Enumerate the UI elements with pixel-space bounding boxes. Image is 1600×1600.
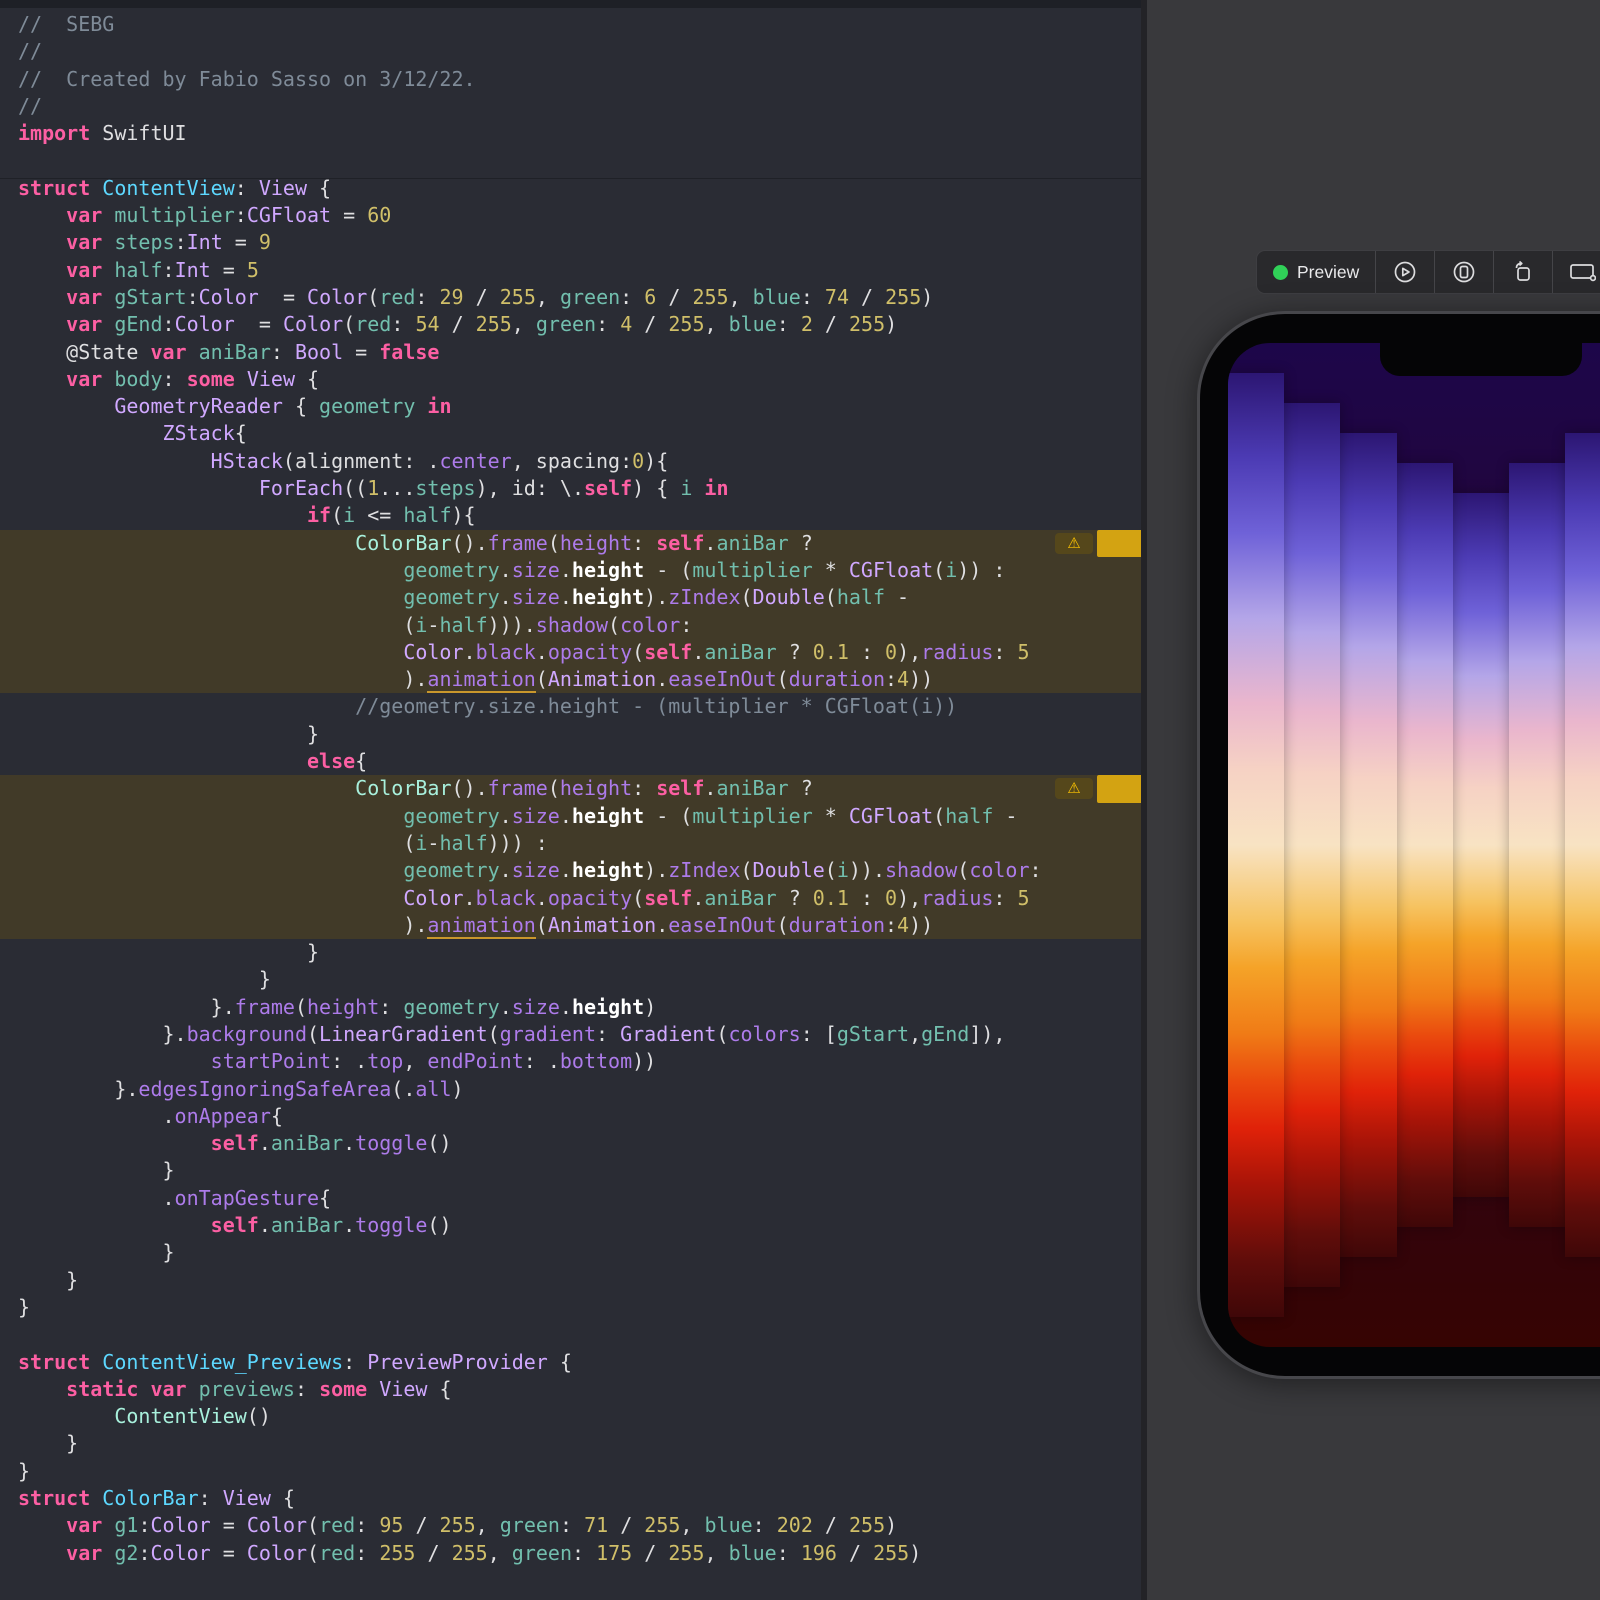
code-line: if(i <= half){	[0, 502, 1141, 529]
code-line: ContentView()	[0, 1403, 1141, 1430]
color-bar	[1453, 493, 1509, 1197]
code-line: startPoint: .top, endPoint: .bottom))	[0, 1048, 1141, 1075]
window-top-edge	[0, 0, 1141, 8]
display-icon	[1568, 259, 1596, 285]
device-bezel-icon	[1451, 259, 1477, 285]
code-line: //geometry.size.height - (multiplier * C…	[0, 693, 1141, 720]
code-line: struct ColorBar: View {	[0, 1485, 1141, 1512]
preview-label: Preview	[1297, 262, 1359, 283]
code-line: }	[0, 1430, 1141, 1457]
code-line: ForEach((1...steps), id: \.self) { i in	[0, 475, 1141, 502]
code-line: }	[0, 966, 1141, 993]
code-line: var multiplier:CGFloat = 60	[0, 202, 1141, 229]
color-bar	[1509, 463, 1565, 1227]
rotate-device-icon	[1510, 259, 1536, 285]
code-line: var gStart:Color = Color(red: 29 / 255, …	[0, 284, 1141, 311]
color-bar	[1340, 433, 1396, 1257]
code-line: @State var aniBar: Bool = false	[0, 339, 1141, 366]
code-line: geometry.size.height).zIndex(Double(half…	[0, 584, 1141, 611]
code-line: }	[0, 1294, 1141, 1321]
code-line: //	[0, 38, 1141, 65]
preview-on-device-button[interactable]	[1435, 251, 1493, 293]
code-line: var gEnd:Color = Color(red: 54 / 255, gr…	[0, 311, 1141, 338]
code-line: var half:Int = 5	[0, 257, 1141, 284]
xcode-window: { "editor": { "background": "#2A2C34", "…	[0, 0, 1600, 1600]
warning-badge[interactable]	[1097, 775, 1141, 802]
code-line: ColorBar().frame(height: self.aniBar ?⚠	[0, 530, 1141, 557]
code-line: }	[0, 939, 1141, 966]
color-bar	[1565, 433, 1600, 1257]
code-line: else{	[0, 748, 1141, 775]
code-line: self.aniBar.toggle()	[0, 1130, 1141, 1157]
iphone-screen[interactable]	[1228, 343, 1600, 1347]
live-preview-button[interactable]	[1376, 251, 1434, 293]
code-line: // SEBG	[0, 11, 1141, 38]
code-line: Color.black.opacity(self.aniBar ? 0.1 : …	[0, 639, 1141, 666]
code-line: var g2:Color = Color(red: 255 / 255, gre…	[0, 1540, 1141, 1567]
code-line: }.background(LinearGradient(gradient: Gr…	[0, 1021, 1141, 1048]
preview-canvas: Preview	[1147, 0, 1600, 1600]
code-line: Color.black.opacity(self.aniBar ? 0.1 : …	[0, 885, 1141, 912]
iphone-notch	[1380, 343, 1582, 376]
code-editor[interactable]: // SEBG//// Created by Fabio Sasso on 3/…	[0, 0, 1141, 1600]
code-line: ).animation(Animation.easeInOut(duration…	[0, 912, 1141, 939]
code-line: GeometryReader { geometry in	[0, 393, 1141, 420]
code-line: ).animation(Animation.easeInOut(duration…	[0, 666, 1141, 693]
code-line: var steps:Int = 9	[0, 229, 1141, 256]
code-line: }	[0, 1239, 1141, 1266]
code-line: geometry.size.height).zIndex(Double(i)).…	[0, 857, 1141, 884]
preview-status-dot	[1273, 265, 1288, 280]
code-line: geometry.size.height - (multiplier * CGF…	[0, 557, 1141, 584]
code-line: }.frame(height: geometry.size.height)	[0, 994, 1141, 1021]
code-line: // Created by Fabio Sasso on 3/12/22.	[0, 66, 1141, 93]
code-line: geometry.size.height - (multiplier * CGF…	[0, 803, 1141, 830]
color-bar	[1228, 373, 1284, 1317]
preview-display-button[interactable]	[1553, 251, 1600, 293]
code-line: var g1:Color = Color(red: 95 / 255, gree…	[0, 1512, 1141, 1539]
code-line: .onAppear{	[0, 1103, 1141, 1130]
code-line: static var previews: some View {	[0, 1376, 1141, 1403]
code-line	[0, 1321, 1141, 1348]
code-line: }	[0, 1157, 1141, 1184]
code-line: var body: some View {	[0, 366, 1141, 393]
code-line: }	[0, 1458, 1141, 1485]
code-text: // SEBG//// Created by Fabio Sasso on 3/…	[0, 11, 1141, 1567]
code-line: }	[0, 721, 1141, 748]
code-line: //	[0, 93, 1141, 120]
preview-toolbar: Preview	[1256, 250, 1600, 294]
code-line: }.edgesIgnoringSafeArea(.all)	[0, 1076, 1141, 1103]
code-line: (i-half))).shadow(color:	[0, 612, 1141, 639]
warning-badge[interactable]	[1097, 530, 1141, 557]
warning-icon[interactable]: ⚠	[1055, 533, 1093, 554]
warning-icon[interactable]: ⚠	[1055, 778, 1093, 799]
code-line: import SwiftUI	[0, 120, 1141, 147]
editor-scope-divider	[0, 178, 1141, 179]
color-bar	[1397, 463, 1453, 1227]
code-line	[0, 147, 1141, 174]
code-line: }	[0, 1267, 1141, 1294]
code-line: .onTapGesture{	[0, 1185, 1141, 1212]
code-line: (i-half))) :	[0, 830, 1141, 857]
code-line: HStack(alignment: .center, spacing:0){	[0, 448, 1141, 475]
code-line: struct ContentView_Previews: PreviewProv…	[0, 1349, 1141, 1376]
preview-status: Preview	[1257, 251, 1375, 293]
iphone-preview	[1197, 311, 1600, 1379]
code-line: ColorBar().frame(height: self.aniBar ?⚠	[0, 775, 1141, 802]
orientation-button[interactable]	[1494, 251, 1552, 293]
color-bar	[1284, 403, 1340, 1287]
play-circle-icon	[1392, 259, 1418, 285]
code-line: self.aniBar.toggle()	[0, 1212, 1141, 1239]
code-line: ZStack{	[0, 420, 1141, 447]
